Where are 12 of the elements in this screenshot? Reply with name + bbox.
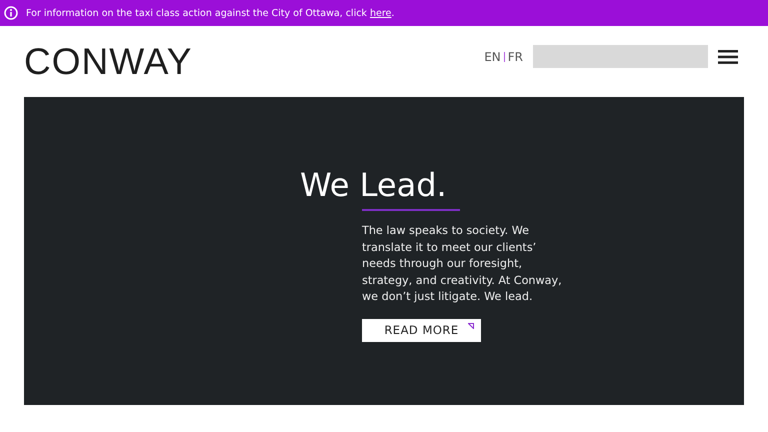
menu-icon[interactable] <box>718 50 738 64</box>
hero-title: We Lead. <box>300 165 448 206</box>
read-more-button[interactable]: READ MORE <box>362 318 481 342</box>
hero-text: The law speaks to society. We translate it to meet our clients’ needs through our foresight, strategy, and creativity. At Conway, we don’t just litigate. We lead. <box>362 223 563 306</box>
logo[interactable]: CONWAY <box>24 40 484 82</box>
notice-text: For information on the taxi class action against the City of Ottawa, click here. <box>26 8 394 18</box>
language-link[interactable]: EN <box>484 50 501 64</box>
language-link[interactable]: FR <box>508 50 523 64</box>
info-icon <box>4 6 18 20</box>
here-link[interactable]: here <box>370 8 392 18</box>
search-field[interactable] <box>533 45 708 68</box>
corner-triangle-icon <box>468 322 474 329</box>
